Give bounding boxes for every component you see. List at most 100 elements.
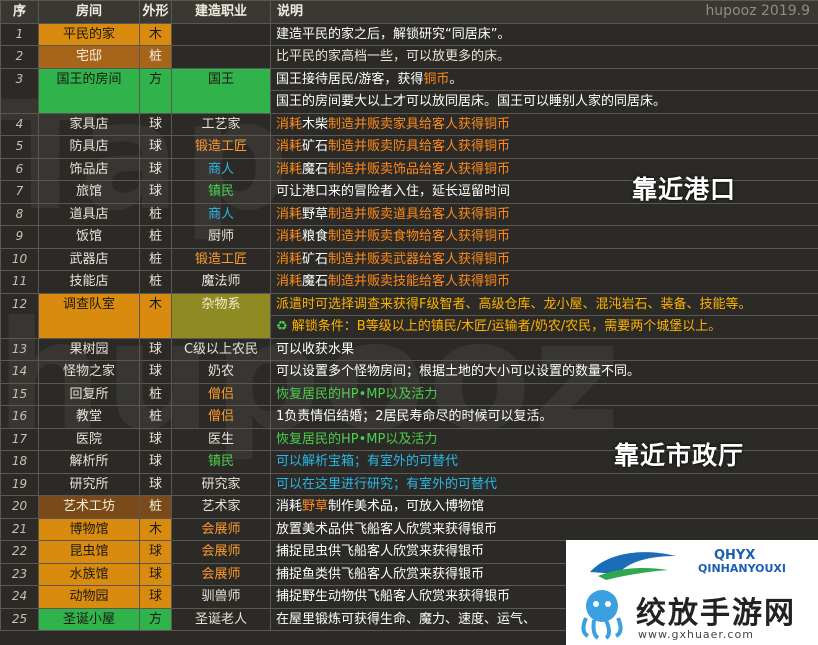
desc-part: 制造并贩卖技能给客人获得铜币 — [328, 274, 511, 290]
desc-part: 制造并贩卖防具给客人获得铜币 — [328, 139, 511, 155]
room-job: 圣诞老人 — [171, 607, 271, 631]
room-name: 平民的家 — [38, 22, 140, 46]
room-name: 艺术工坊 — [38, 495, 140, 519]
room-shape: 球 — [139, 360, 172, 384]
room-shape: 球 — [139, 112, 172, 136]
desc-part: 。 — [449, 71, 463, 87]
room-job: 僧侣 — [171, 382, 271, 406]
row-no: 23 — [0, 562, 39, 586]
row-no: 24 — [0, 585, 39, 609]
table-row: 13 果树园 球 C级以上农民 可以收获水果 — [0, 337, 818, 361]
room-desc: 派遣时可选择调查来获得F级智者、高级仓库、龙小屋、混沌岩石、装备、技能等。 — [270, 292, 818, 316]
room-desc: 消耗木柴制造并贩卖家具给客人获得铜币 — [270, 112, 818, 136]
desc-highlight: 魔石 — [302, 161, 329, 177]
room-name: 医院 — [38, 427, 140, 451]
room-desc: 1负责情侣结婚；2居民寿命尽的时候可以复活。 — [270, 405, 818, 429]
room-name: 道具店 — [38, 202, 140, 226]
row-no: 1 — [0, 22, 39, 46]
room-shape: 球 — [139, 135, 172, 159]
row-no: 17 — [0, 427, 39, 451]
row-no: 14 — [0, 360, 39, 384]
room-name: 防具店 — [38, 135, 140, 159]
room-name: 圣诞小屋 — [38, 607, 140, 631]
row-no: 3 — [0, 67, 39, 114]
room-shape: 桩 — [139, 270, 172, 294]
room-job: 魔法师 — [171, 270, 271, 294]
room-desc: 可以在这里进行研究；有室外的可替代 — [270, 472, 818, 496]
desc-highlight: 野草 — [302, 499, 329, 515]
row-no: 11 — [0, 270, 39, 294]
recycle-icon: ♻ — [276, 319, 288, 335]
site-logo: QHYX QINHANYOUXI 绞放手游网 www.gxhuaer.com — [566, 540, 818, 645]
desc-part: 制造并贩卖武器给客人获得铜币 — [328, 251, 511, 267]
room-desc: 恢复居民的HP•MP以及活力 — [270, 382, 818, 406]
table-row: 19 研究所 球 研究家 可以在这里进行研究；有室外的可替代 — [0, 472, 818, 496]
table-row: 16 教堂 桩 僧侣 1负责情侣结婚；2居民寿命尽的时候可以复活。 — [0, 405, 818, 429]
room-shape: 桩 — [139, 405, 172, 429]
room-job: 工艺家 — [171, 112, 271, 136]
room-job: 会展师 — [171, 562, 271, 586]
room-desc-line2: ♻ 解锁条件：B等级以上的镇民/木匠/运输者/奶农/农民，需要两个城堡以上。 — [270, 315, 818, 339]
table-row: 3 国王的房间 方 国王 国王接待居民/游客，获得铜币。 — [0, 67, 818, 114]
row-no: 16 — [0, 405, 39, 429]
room-name: 昆虫馆 — [38, 540, 140, 564]
row-no: 10 — [0, 247, 39, 271]
room-shape: 桩 — [139, 45, 172, 69]
room-job: 会展师 — [171, 540, 271, 564]
room-job: 国王 — [171, 67, 271, 114]
row-no: 5 — [0, 135, 39, 159]
room-shape: 球 — [139, 540, 172, 564]
row-no: 12 — [0, 292, 39, 339]
header-no: 序 — [0, 0, 39, 24]
logo-en-text: QINHANYOUXI — [698, 562, 787, 575]
city-hall-group-label: 靠近市政厅 — [614, 441, 745, 470]
room-job: 商人 — [171, 157, 271, 181]
room-job: 艺术家 — [171, 495, 271, 519]
row-no: 22 — [0, 540, 39, 564]
table-row: 4 家具店 球 工艺家 消耗木柴制造并贩卖家具给客人获得铜币 — [0, 112, 818, 136]
table-row: 1 平民的家 木 建造平民的家之后，解锁研究“同居床”。 — [0, 22, 818, 46]
room-desc: 消耗粮食制造并贩卖食物给客人获得铜币 — [270, 225, 818, 249]
row-no: 20 — [0, 495, 39, 519]
desc-highlight: 铜币 — [423, 71, 450, 87]
brand-label: hupooz 2019.9 — [705, 3, 810, 19]
room-job — [171, 22, 271, 46]
desc-part: 消耗 — [276, 206, 303, 222]
header-desc-label: 说明 — [277, 4, 304, 20]
row-no: 13 — [0, 337, 39, 361]
room-desc: 放置美术品供飞船客人欣赏来获得银币 — [270, 517, 818, 541]
room-desc-line2: 国王的房间要大以上才可以放同居床。国王可以睡别人家的同居床。 — [270, 90, 818, 114]
room-desc: 建造平民的家之后，解锁研究“同居床”。 — [270, 22, 818, 46]
room-shape: 球 — [139, 450, 172, 474]
room-name: 水族馆 — [38, 562, 140, 586]
room-name: 技能店 — [38, 270, 140, 294]
room-desc: 国王接待居民/游客，获得铜币。 — [270, 67, 818, 91]
room-job: 医生 — [171, 427, 271, 451]
room-desc: 消耗野草制造并贩卖道具给客人获得铜币 — [270, 202, 818, 226]
room-name: 动物园 — [38, 585, 140, 609]
room-name: 旅馆 — [38, 180, 140, 204]
row-no: 6 — [0, 157, 39, 181]
table-row: 21 博物馆 木 会展师 放置美术品供飞船客人欣赏来获得银币 — [0, 517, 818, 541]
room-shape: 球 — [139, 427, 172, 451]
desc-part: 制作美术品，可放入博物馆 — [328, 499, 485, 515]
room-job: 会展师 — [171, 517, 271, 541]
desc-part: 消耗 — [276, 161, 303, 177]
row-no: 19 — [0, 472, 39, 496]
room-job: 研究家 — [171, 472, 271, 496]
desc-part: 消耗 — [276, 251, 303, 267]
desc-highlight: 矿石 — [302, 139, 329, 155]
header-job: 建造职业 — [171, 0, 271, 24]
dolphin-icon — [590, 552, 676, 580]
table-row: 20 艺术工坊 桩 艺术家 消耗野草制作美术品，可放入博物馆 — [0, 495, 818, 519]
room-job: 杂物系 — [171, 292, 271, 339]
row-no: 25 — [0, 607, 39, 631]
room-name: 果树园 — [38, 337, 140, 361]
desc-highlight: 矿石 — [302, 251, 329, 267]
row-no: 18 — [0, 450, 39, 474]
header-room: 房间 — [38, 0, 140, 24]
desc-part: 消耗 — [276, 229, 303, 245]
room-job: C级以上农民 — [171, 337, 271, 361]
table-row: 5 防具店 球 锻造工匠 消耗矿石制造并贩卖防具给客人获得铜币 — [0, 135, 818, 159]
table-row: 8 道具店 桩 商人 消耗野草制造并贩卖道具给客人获得铜币 — [0, 202, 818, 226]
